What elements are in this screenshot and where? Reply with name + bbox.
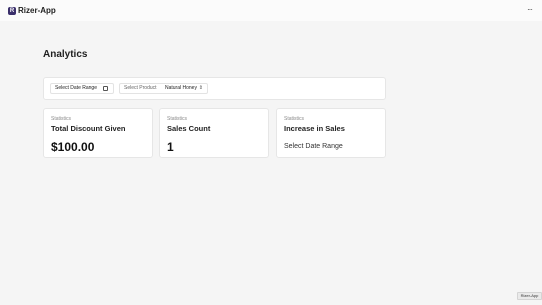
stat-card-value: 1 <box>167 140 174 154</box>
date-range-label: Select Date Range <box>55 85 97 91</box>
top-bar: R Rizer-App ··· <box>0 0 542 21</box>
page-title: Analytics <box>43 49 88 60</box>
date-range-button[interactable]: Select Date Range <box>50 83 114 94</box>
more-horizontal-icon[interactable]: ··· <box>527 5 533 15</box>
stat-card-value: Select Date Range <box>284 143 343 150</box>
stat-card-eyebrow: Statistics <box>51 116 72 122</box>
stat-card-heading: Increase in Sales <box>284 124 345 133</box>
product-select-label: Select Product <box>124 85 157 91</box>
stat-card-heading: Sales Count <box>167 124 211 133</box>
product-select-value: Natural Honey <box>165 85 197 91</box>
product-select[interactable]: Select Product Natural Honey ⇕ <box>119 83 208 94</box>
stat-card-heading: Total Discount Given <box>51 124 126 133</box>
stat-card-increase-in-sales: Statistics Increase in Sales Select Date… <box>276 108 386 158</box>
brand[interactable]: R Rizer-App <box>8 6 56 15</box>
stat-card-total-discount: Statistics Total Discount Given $100.00 <box>43 108 153 158</box>
stat-card-eyebrow: Statistics <box>284 116 305 122</box>
app-logo-icon: R <box>8 6 16 15</box>
stat-card-value: $100.00 <box>51 140 95 154</box>
calendar-icon <box>103 86 108 91</box>
chevron-up-down-icon: ⇕ <box>198 85 203 91</box>
app-name: Rizer-App <box>18 6 56 15</box>
stat-card-sales-count: Statistics Sales Count 1 <box>159 108 269 158</box>
footer-app-badge: Rizer-App <box>517 292 542 300</box>
stat-card-eyebrow: Statistics <box>167 116 188 122</box>
